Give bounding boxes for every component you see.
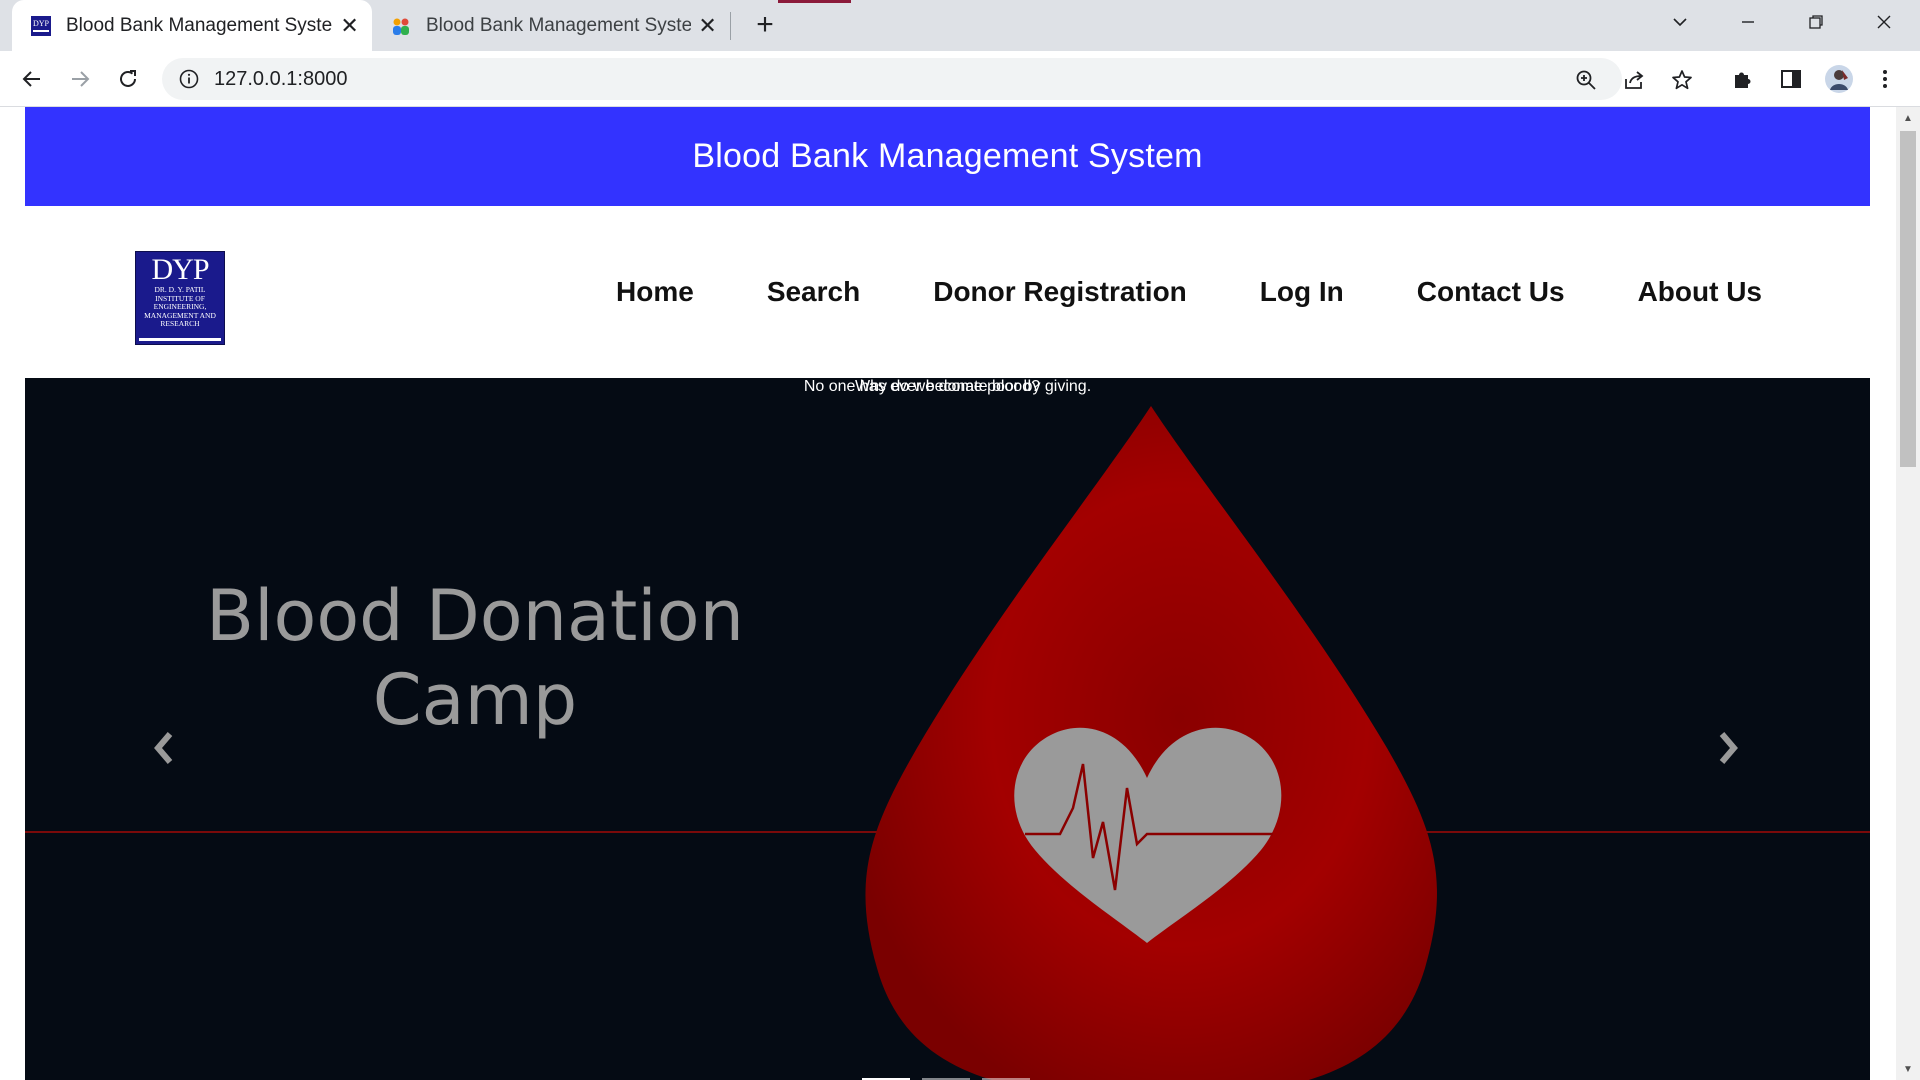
browser-menu-kebab-icon[interactable] (1866, 60, 1904, 98)
dyp-logo[interactable]: DYP DR. D. Y. PATIL INSTITUTE OF ENGINEE… (135, 251, 225, 345)
browser-toolbar: 127.0.0.1:8000 (0, 51, 1920, 107)
zoom-icon[interactable] (1572, 66, 1600, 94)
nav-search[interactable]: Search (767, 276, 860, 308)
tab-indicator (778, 0, 851, 3)
nav-contact-us[interactable]: Contact Us (1417, 276, 1565, 308)
logo-subtext: DR. D. Y. PATIL INSTITUTE OF ENGINEERING… (144, 285, 216, 328)
carousel-next-chevron-right-icon[interactable] (1709, 718, 1749, 778)
logo-text: DYP (151, 253, 209, 286)
blood-drop-shape (865, 406, 1437, 1080)
dyp-favicon-icon: DYP (31, 15, 51, 36)
tab-search-chevron-down-icon[interactable] (1648, 0, 1712, 44)
side-panel-icon[interactable] (1772, 60, 1810, 98)
carousel-prev-chevron-left-icon[interactable] (143, 718, 183, 778)
extensions-puzzle-icon[interactable] (1724, 60, 1762, 98)
site-info-icon[interactable] (178, 68, 200, 90)
bookmark-star-icon[interactable] (1668, 66, 1696, 94)
tab-title: Blood Bank Management System (66, 14, 334, 36)
tab-title: Blood Bank Management System (426, 14, 692, 36)
logo-underline (139, 338, 221, 341)
people-favicon-icon (393, 18, 409, 35)
scroll-down-arrow-icon[interactable]: ▼ (1896, 1060, 1920, 1078)
nav-about-us[interactable]: About Us (1638, 276, 1762, 308)
tab-separator (730, 12, 731, 40)
url-text[interactable]: 127.0.0.1:8000 (214, 58, 347, 100)
nav-links: Home Search Donor Registration Log In Co… (543, 206, 1762, 378)
carousel-caption-text: No one has ever become poor by giving. (803, 378, 1092, 395)
browser-tab-strip: DYP Blood Bank Management System ✕ Blood… (0, 0, 1920, 51)
profile-avatar[interactable] (1820, 60, 1858, 98)
share-icon[interactable] (1620, 66, 1648, 94)
restore-window-icon[interactable] (1784, 0, 1848, 44)
hero-carousel: Blood Donation Camp Why do we donate blo… (25, 378, 1870, 1080)
browser-tab-inactive[interactable]: Blood Bank Management System ✕ (372, 0, 730, 51)
site-title-banner: Blood Bank Management System (25, 107, 1870, 206)
reload-icon[interactable] (109, 60, 147, 98)
nav-home[interactable]: Home (616, 276, 694, 308)
slide-image-text-line1: Blood Donation (206, 575, 744, 657)
close-tab-icon[interactable]: ✕ (697, 13, 718, 38)
browser-tab-active[interactable]: DYP Blood Bank Management System ✕ (12, 0, 372, 51)
nav-log-in[interactable]: Log In (1260, 276, 1344, 308)
close-window-icon[interactable] (1852, 0, 1916, 44)
new-tab-plus-icon[interactable]: + (748, 8, 782, 42)
back-arrow-icon[interactable] (13, 60, 51, 98)
nav-donor-registration[interactable]: Donor Registration (933, 276, 1187, 308)
site-title: Blood Bank Management System (692, 137, 1203, 175)
address-bar[interactable]: 127.0.0.1:8000 (162, 58, 1692, 100)
close-tab-icon[interactable]: ✕ (339, 13, 360, 38)
forward-arrow-icon[interactable] (61, 60, 99, 98)
svg-text:DYP: DYP (33, 19, 50, 28)
minimize-window-icon[interactable] (1716, 0, 1780, 44)
page-viewport: Blood Bank Management System DYP DR. D. … (0, 107, 1896, 1080)
scrollbar-thumb[interactable] (1900, 131, 1916, 467)
page-scrollbar[interactable]: ▲ ▼ (1896, 107, 1920, 1080)
scroll-up-arrow-icon[interactable]: ▲ (1896, 109, 1920, 127)
site-navbar: DYP DR. D. Y. PATIL INSTITUTE OF ENGINEE… (25, 206, 1870, 378)
